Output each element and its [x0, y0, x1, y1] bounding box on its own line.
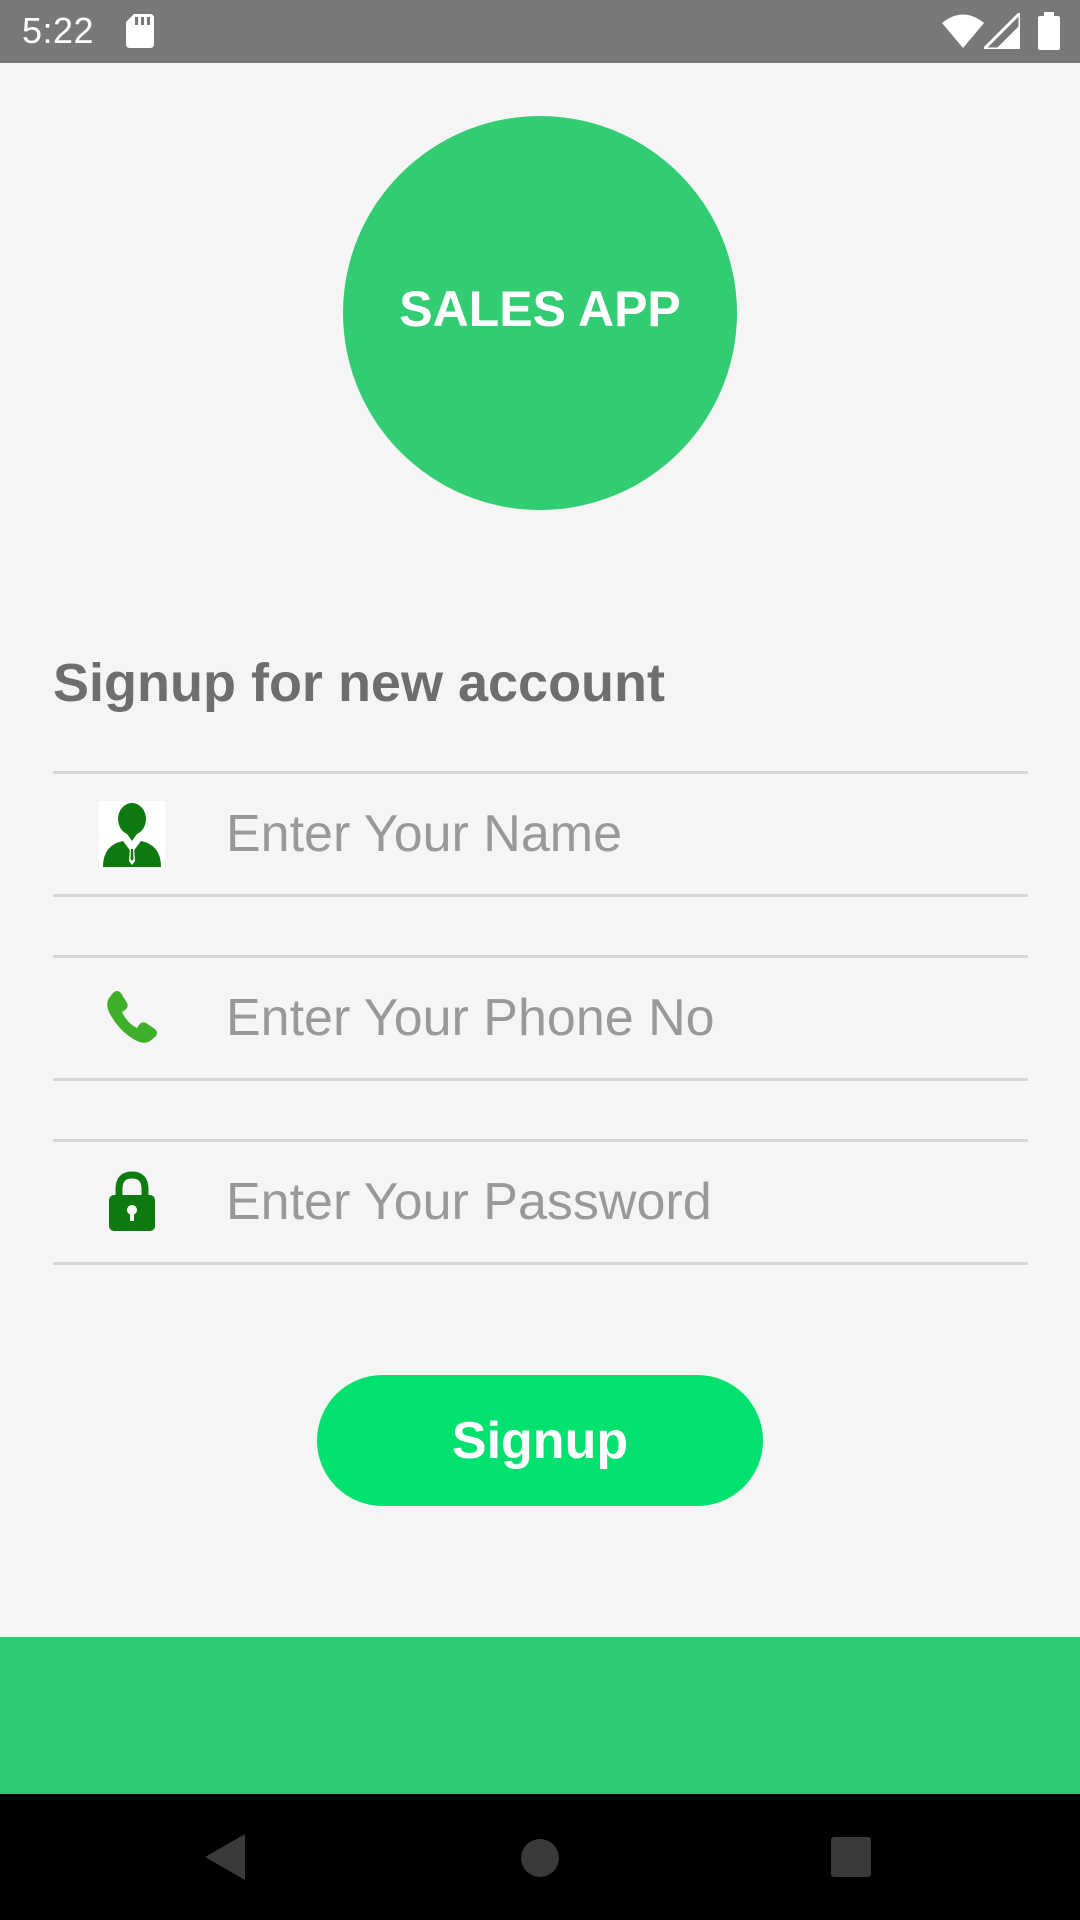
password-field	[53, 1139, 1028, 1265]
user-icon	[99, 801, 165, 867]
app-logo: SALES APP	[343, 116, 737, 510]
sd-card-icon	[126, 14, 154, 48]
back-icon[interactable]	[205, 1834, 245, 1880]
password-input[interactable]	[226, 1142, 1006, 1262]
phone-input[interactable]	[226, 958, 1006, 1078]
lock-icon	[109, 1171, 155, 1231]
status-bar: 5:22	[0, 0, 1080, 63]
form-heading: Signup for new account	[53, 653, 666, 713]
status-time: 5:22	[22, 10, 95, 51]
recents-icon[interactable]	[831, 1837, 871, 1877]
wifi-icon	[942, 14, 984, 48]
home-icon[interactable]	[520, 1838, 560, 1878]
app-logo-text: SALES APP	[399, 281, 681, 337]
name-field	[53, 771, 1028, 897]
footer-band	[0, 1637, 1080, 1794]
cell-signal-icon	[984, 13, 1020, 49]
battery-icon	[1038, 12, 1060, 50]
signup-button[interactable]: Signup	[317, 1375, 763, 1506]
phone-icon	[107, 991, 157, 1043]
phone-field	[53, 955, 1028, 1081]
name-input[interactable]	[226, 774, 1006, 894]
